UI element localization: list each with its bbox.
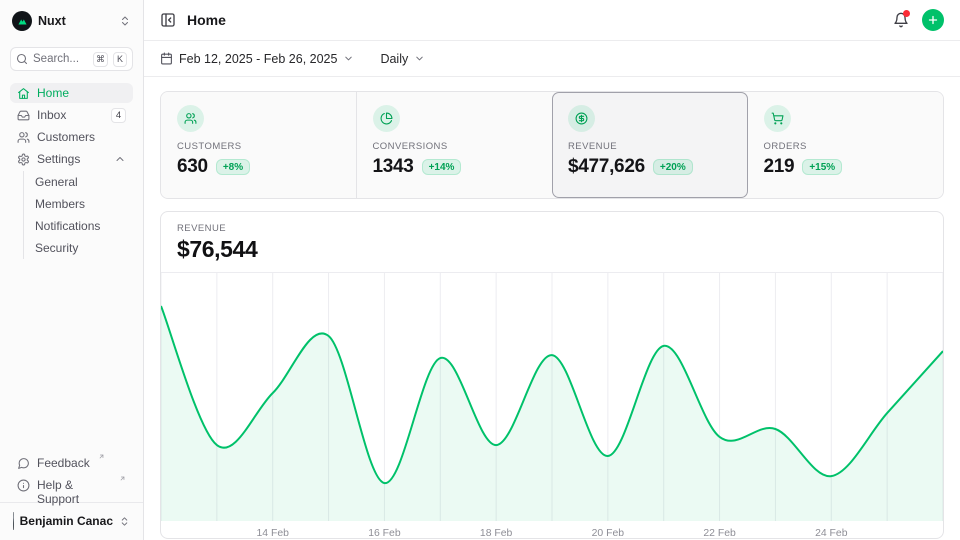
revenue-chart: 14 Feb 16 Feb 18 Feb 20 Feb 22 Feb 24 Feb — [161, 273, 943, 539]
feedback-label: Feedback — [37, 456, 90, 470]
home-icon — [17, 87, 30, 100]
circle-dollar-icon — [568, 105, 595, 132]
svg-text:14 Feb: 14 Feb — [257, 528, 290, 539]
message-icon — [17, 457, 30, 470]
stat-label: REVENUE — [568, 141, 732, 152]
users-icon — [177, 105, 204, 132]
chevron-down-icon — [343, 53, 354, 64]
stat-value: 1343 — [373, 156, 414, 178]
date-range-picker[interactable]: Feb 12, 2025 - Feb 26, 2025 — [160, 52, 354, 66]
kbd-k: K — [113, 52, 127, 67]
stat-card-conversions[interactable]: CONVERSIONS 1343 +14% — [357, 92, 553, 198]
sidebar-item-label: Customers — [37, 130, 95, 144]
sidebar-item-label: Inbox — [37, 108, 66, 122]
collapse-sidebar-button[interactable] — [160, 12, 176, 28]
sidebar-nav: Home Inbox 4 Customers Settings Ge — [10, 83, 133, 261]
notifications-button[interactable] — [893, 12, 909, 28]
sidebar-item-general[interactable]: General — [35, 171, 133, 193]
sidebar-item-customers[interactable]: Customers — [10, 127, 133, 147]
calendar-icon — [160, 52, 173, 65]
stat-card-revenue[interactable]: REVENUE $477,626 +20% — [552, 92, 748, 198]
filter-toolbar: Feb 12, 2025 - Feb 26, 2025 Daily — [144, 41, 960, 77]
external-link-icon — [98, 453, 105, 460]
submenu-label: Security — [35, 241, 78, 255]
granularity-value: Daily — [380, 52, 408, 66]
settings-submenu: General Members Notifications Security — [23, 171, 133, 259]
stat-label: CONVERSIONS — [373, 141, 537, 152]
help-support-label: Help & Support — [37, 478, 111, 506]
kbd-meta: ⌘ — [93, 52, 108, 67]
date-range-value: Feb 12, 2025 - Feb 26, 2025 — [179, 52, 337, 66]
stat-delta-badge: +20% — [653, 159, 693, 175]
user-name: Benjamin Canac — [20, 514, 113, 528]
notification-dot — [903, 10, 910, 17]
page-title: Home — [187, 12, 226, 28]
search-icon — [16, 53, 28, 65]
revenue-chart-card: REVENUE $76,544 14 Feb 16 Feb 18 Feb 20 Feb… — [160, 211, 944, 539]
stat-value: 219 — [764, 156, 795, 178]
main-panel: Home Feb 12, 2025 - Feb 26, 2025 Daily — [144, 0, 960, 540]
sidebar: Nuxt Search... ⌘ K Home Inbox 4 — [0, 0, 144, 540]
plus-icon — [927, 14, 939, 26]
top-bar: Home — [144, 0, 960, 41]
dashboard-content: CUSTOMERS 630 +8% CONVERSIONS 1343 +14% — [144, 77, 960, 540]
sidebar-item-label: Settings — [37, 152, 80, 166]
workspace-switcher[interactable]: Nuxt — [10, 10, 133, 32]
chart-metric-label: REVENUE — [177, 223, 927, 234]
stat-delta-badge: +15% — [802, 159, 842, 175]
sidebar-footer: Feedback Help & Support Benjamin Canac — [10, 454, 133, 532]
stat-delta-badge: +8% — [216, 159, 250, 175]
chart-plot-area[interactable]: 14 Feb 16 Feb 18 Feb 20 Feb 22 Feb 24 Feb — [161, 273, 943, 539]
svg-text:24 Feb: 24 Feb — [815, 528, 848, 539]
sidebar-item-settings[interactable]: Settings — [10, 149, 133, 169]
cart-icon — [764, 105, 791, 132]
users-icon — [17, 131, 30, 144]
stat-label: CUSTOMERS — [177, 141, 340, 152]
sidebar-item-notifications[interactable]: Notifications — [35, 215, 133, 237]
chart-pie-icon — [373, 105, 400, 132]
sidebar-item-inbox[interactable]: Inbox 4 — [10, 105, 133, 125]
inbox-count-badge: 4 — [111, 108, 126, 123]
stat-value: $477,626 — [568, 156, 645, 178]
chevron-down-icon — [414, 53, 425, 64]
inbox-icon — [17, 109, 30, 122]
search-placeholder: Search... — [33, 53, 88, 65]
stats-row: CUSTOMERS 630 +8% CONVERSIONS 1343 +14% — [160, 91, 944, 199]
granularity-select[interactable]: Daily — [380, 52, 425, 66]
stat-card-customers[interactable]: CUSTOMERS 630 +8% — [161, 92, 357, 198]
add-button[interactable] — [922, 9, 944, 31]
feedback-link[interactable]: Feedback — [10, 454, 133, 474]
chart-metric-value: $76,544 — [177, 236, 927, 263]
chevron-up-icon — [114, 153, 126, 165]
search-input[interactable]: Search... ⌘ K — [10, 47, 133, 71]
nuxt-logo-icon — [12, 11, 32, 31]
sidebar-item-security[interactable]: Security — [35, 237, 133, 259]
sidebar-item-members[interactable]: Members — [35, 193, 133, 215]
help-support-link[interactable]: Help & Support — [10, 476, 133, 496]
stat-label: ORDERS — [764, 141, 928, 152]
sidebar-item-home[interactable]: Home — [10, 83, 133, 103]
stat-delta-badge: +14% — [422, 159, 462, 175]
svg-text:22 Feb: 22 Feb — [703, 528, 736, 539]
stat-card-orders[interactable]: ORDERS 219 +15% — [748, 92, 944, 198]
workspace-name: Nuxt — [38, 14, 66, 28]
submenu-label: General — [35, 175, 78, 189]
submenu-label: Notifications — [35, 219, 100, 233]
chevrons-up-down-icon — [119, 15, 131, 27]
svg-text:16 Feb: 16 Feb — [368, 528, 401, 539]
sidebar-item-label: Home — [37, 86, 69, 100]
svg-text:20 Feb: 20 Feb — [592, 528, 625, 539]
chart-header: REVENUE $76,544 — [161, 212, 943, 273]
avatar — [13, 512, 14, 530]
svg-text:18 Feb: 18 Feb — [480, 528, 513, 539]
stat-value: 630 — [177, 156, 208, 178]
submenu-label: Members — [35, 197, 85, 211]
gear-icon — [17, 153, 30, 166]
chevrons-up-down-icon — [119, 516, 130, 527]
info-icon — [17, 479, 30, 492]
user-menu[interactable]: Benjamin Canac — [10, 503, 133, 532]
external-link-icon — [119, 475, 126, 482]
